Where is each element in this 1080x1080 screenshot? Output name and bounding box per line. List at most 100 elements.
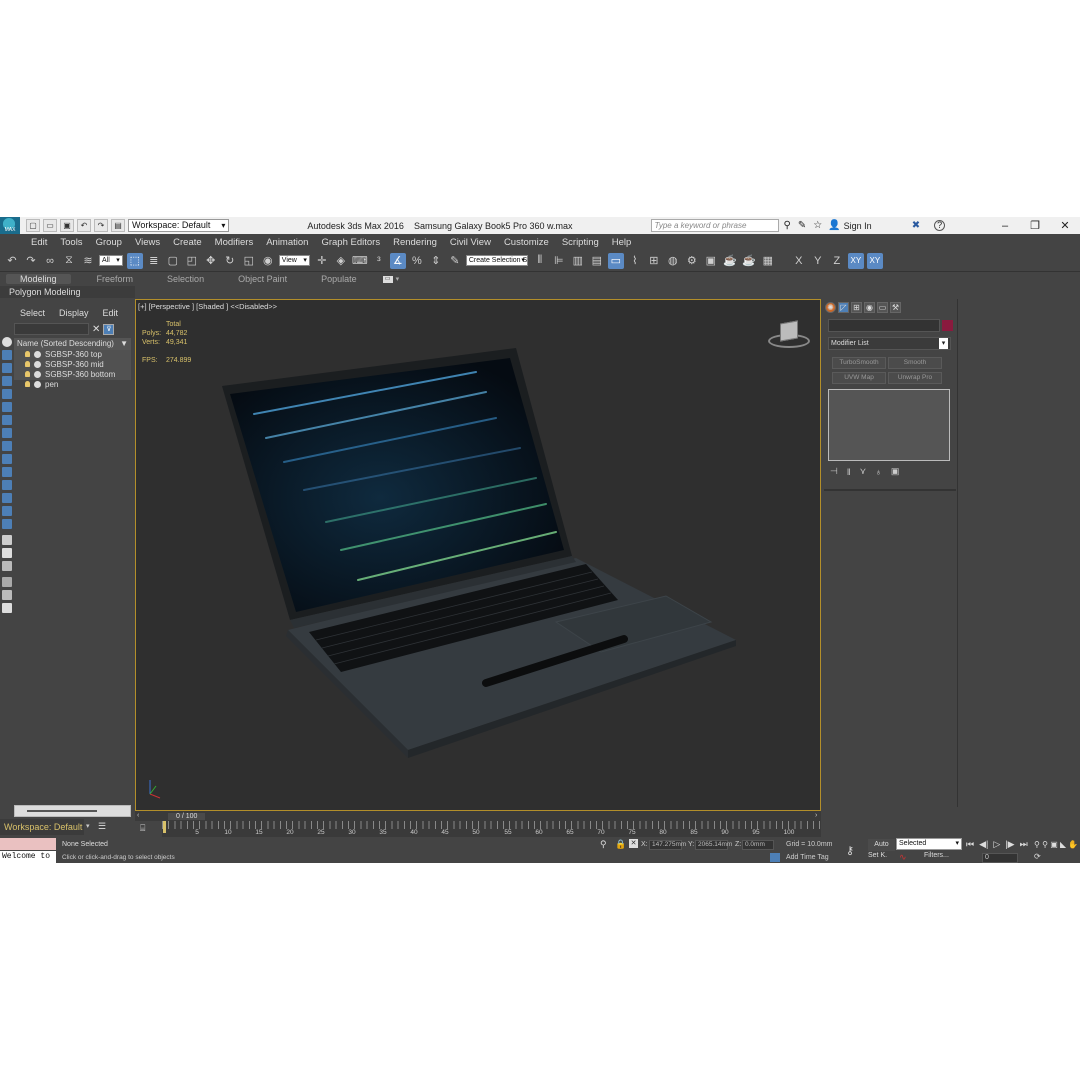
place-icon[interactable]: ◉ [260, 253, 276, 269]
mini-curve-editor-icon[interactable]: ⌸ [140, 823, 145, 834]
save-file-icon[interactable]: ▣ [60, 219, 74, 232]
display-none-icon[interactable] [2, 337, 12, 347]
menu-views[interactable]: Views [135, 237, 160, 248]
clear-search-icon[interactable]: ✕ [92, 324, 100, 335]
pin-stack-icon[interactable]: ⊣ [830, 466, 838, 477]
minimize-window-icon[interactable]: – [990, 220, 1020, 232]
axis-z-button[interactable]: Z [829, 253, 845, 269]
smooth-button[interactable]: Smooth [888, 357, 942, 369]
angle-snap-icon[interactable]: ∡ [389, 252, 406, 269]
percent-snap-icon[interactable]: % [409, 253, 425, 269]
help-icon[interactable]: ? [934, 220, 946, 231]
list-item[interactable]: SGBSP-360 top [14, 350, 131, 360]
maxscript-output[interactable]: Welcome to [0, 851, 56, 863]
manipulate-icon[interactable]: ◈ [333, 253, 349, 269]
workspace-selector[interactable]: Workspace: Default [0, 819, 84, 835]
menu-tools[interactable]: Tools [60, 237, 82, 248]
selection-filter-dropdown[interactable]: All [99, 255, 123, 266]
uvw-map-button[interactable]: UVW Map [832, 372, 886, 384]
absolute-mode-icon[interactable]: ✕ [629, 839, 638, 848]
menu-modifiers[interactable]: Modifiers [215, 237, 254, 248]
favorites-star-icon[interactable]: ☆ [813, 220, 822, 231]
rectangular-selection-icon[interactable]: ▢ [165, 253, 181, 269]
schematic-view-icon[interactable]: ⊞ [646, 253, 662, 269]
visibility-icon[interactable] [34, 351, 41, 358]
explorer-display-menu[interactable]: Display [59, 308, 89, 318]
hierarchy-icon[interactable] [2, 548, 12, 558]
axis-xy-cycle-button[interactable]: XY [866, 252, 883, 269]
explorer-edit-menu[interactable]: Edit [103, 308, 119, 318]
helpers-filter-icon[interactable] [2, 428, 12, 438]
menu-help[interactable]: Help [612, 237, 632, 248]
snaps-toggle-icon[interactable]: ³ [371, 253, 387, 269]
binoculars-icon[interactable]: ⚲ [784, 220, 791, 231]
app-logo-icon[interactable]: MAX [0, 217, 20, 234]
list-item[interactable]: pen [14, 380, 131, 390]
bones-filter-icon[interactable] [2, 480, 12, 490]
sort-icon[interactable] [2, 535, 12, 545]
cameras-filter-icon[interactable] [2, 415, 12, 425]
orbit-icon[interactable]: ⟳ [1034, 852, 1041, 861]
key-filters-button[interactable]: Filters... [924, 852, 949, 859]
time-slider-next-icon[interactable]: › [815, 812, 817, 819]
link-icon[interactable]: ∞ [42, 253, 58, 269]
axis-xy-button[interactable]: XY [847, 252, 864, 269]
menu-create[interactable]: Create [173, 237, 202, 248]
sign-in-link[interactable]: Sign In [844, 221, 872, 231]
bind-space-warp-icon[interactable]: ≋ [80, 253, 96, 269]
explorer-column-header[interactable]: Name (Sorted Descending) ▼ [14, 338, 131, 350]
visibility-icon[interactable] [34, 371, 41, 378]
unwrap-pro-button[interactable]: Unwrap Pro [888, 372, 942, 384]
graphite-toolbar-icon[interactable]: ▭ [607, 252, 624, 269]
layers-icon[interactable] [2, 561, 12, 571]
align-icon[interactable]: ⊫ [551, 253, 567, 269]
viewcube-icon[interactable] [768, 320, 810, 352]
light-bulb-icon[interactable] [25, 361, 30, 367]
explorer-select-menu[interactable]: Select [20, 308, 45, 318]
selection-lock-icon[interactable]: 🔒 [615, 839, 626, 850]
open-file-icon[interactable]: ▭ [43, 219, 57, 232]
object-name-field[interactable] [828, 319, 940, 332]
polygon-modeling-panel[interactable]: Polygon Modeling [0, 286, 135, 298]
utilities-tab-icon[interactable]: ⚒ [890, 302, 901, 313]
frozen-filter-icon[interactable] [2, 506, 12, 516]
previous-frame-icon[interactable]: ◀| [979, 839, 988, 850]
new-file-icon[interactable]: ▢ [26, 219, 40, 232]
time-slider[interactable]: ‹ › [135, 811, 821, 821]
menu-customize[interactable]: Customize [504, 237, 549, 248]
display-tab-icon[interactable]: ▭ [877, 302, 888, 313]
perspective-viewport[interactable]: [+] [Perspective ] [Shaded ] <<Disabled>… [135, 299, 821, 811]
render-setup-icon[interactable]: ⚙ [684, 253, 700, 269]
geometry-filter-icon[interactable] [2, 376, 12, 386]
mirror-icon[interactable]: ⫴ [532, 253, 548, 269]
explorer-search-input[interactable] [14, 323, 89, 335]
explorer-horizontal-scrollbar[interactable] [14, 805, 131, 817]
modifier-list-dropdown[interactable]: Modifier List [828, 337, 951, 350]
axis-x-button[interactable]: X [791, 253, 807, 269]
find-icon[interactable] [2, 590, 12, 600]
key-filter-dropdown[interactable]: Selected [896, 838, 962, 850]
scene-explorer-icon[interactable]: ▤ [589, 253, 605, 269]
reference-coordinate-dropdown[interactable]: View [278, 255, 310, 266]
shapes-filter-icon[interactable] [2, 389, 12, 399]
remove-modifier-icon[interactable]: ♁ [875, 467, 882, 477]
rotate-icon[interactable]: ↻ [222, 253, 238, 269]
pan-icon[interactable]: ✋ [1068, 840, 1078, 849]
modify-tab-icon[interactable]: ◸ [838, 302, 849, 313]
list-item[interactable]: SGBSP-360 mid [14, 360, 131, 370]
select-by-name-icon[interactable]: ≣ [146, 253, 162, 269]
keyboard-shortcut-icon[interactable]: ⌨ [352, 253, 368, 269]
redo-icon[interactable]: ↷ [94, 219, 108, 232]
ribbon-dropdown-icon[interactable]: ▾ [396, 275, 400, 283]
curve-editor-icon[interactable]: ⌇ [627, 253, 643, 269]
time-slider-label[interactable]: 0 / 100 [168, 813, 206, 820]
named-selection-set-dropdown[interactable]: Create Selection Se [465, 255, 528, 266]
ribbon-toggle-icon[interactable]: ▭ [382, 275, 393, 283]
add-time-tag-icon[interactable] [770, 853, 780, 862]
laptop-model[interactable] [136, 300, 821, 811]
zoom-extents-icon[interactable]: ▣ [1050, 840, 1058, 849]
configure-modifier-sets-icon[interactable]: ▣ [891, 466, 900, 477]
menu-edit[interactable]: Edit [31, 237, 47, 248]
edit-named-selection-icon[interactable]: ✎ [447, 253, 463, 269]
tab-modeling[interactable]: Modeling [6, 274, 71, 284]
